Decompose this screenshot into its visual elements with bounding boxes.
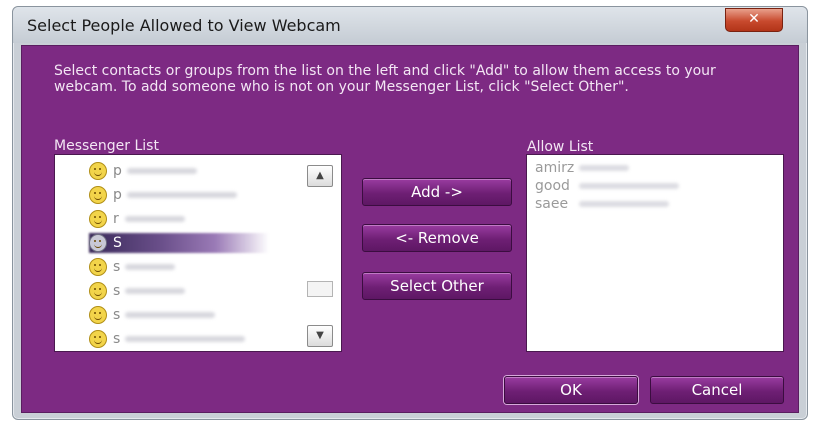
smiley-icon bbox=[89, 258, 107, 276]
redacted-name bbox=[579, 183, 679, 189]
messenger-listbox[interactable]: p p r S s s s s ▲ ▼ bbox=[54, 154, 342, 352]
redacted-name bbox=[125, 216, 185, 222]
chevron-down-icon: ▼ bbox=[316, 330, 324, 341]
contact-name: s bbox=[113, 259, 121, 275]
redacted-name bbox=[579, 165, 629, 171]
messenger-list-label: Messenger List bbox=[54, 138, 159, 154]
scroll-down-button[interactable]: ▼ bbox=[307, 325, 333, 347]
redacted-name bbox=[127, 192, 237, 198]
close-icon: ✕ bbox=[748, 11, 760, 27]
smiley-icon bbox=[89, 330, 107, 348]
smiley-icon bbox=[89, 162, 107, 180]
close-button[interactable]: ✕ bbox=[725, 8, 783, 32]
select-other-button[interactable]: Select Other bbox=[362, 272, 512, 300]
list-item[interactable]: good bbox=[535, 177, 679, 195]
list-item[interactable]: saee bbox=[535, 195, 669, 213]
add-button[interactable]: Add -> bbox=[362, 178, 512, 206]
contact-name: s bbox=[113, 307, 121, 323]
chevron-up-icon: ▲ bbox=[316, 170, 324, 181]
dialog-title: Select People Allowed to View Webcam bbox=[27, 16, 341, 35]
dialog-body: Select contacts or groups from the list … bbox=[21, 45, 799, 413]
contact-name: S bbox=[113, 235, 122, 251]
smiley-icon bbox=[89, 234, 107, 252]
smiley-icon bbox=[89, 210, 107, 228]
redacted-name bbox=[125, 288, 185, 294]
instructions-text: Select contacts or groups from the list … bbox=[54, 63, 716, 95]
redacted-name bbox=[127, 168, 197, 174]
dialog-window: Select People Allowed to View Webcam ✕ S… bbox=[12, 6, 808, 420]
scroll-up-button[interactable]: ▲ bbox=[307, 165, 333, 187]
redacted-name bbox=[125, 336, 245, 342]
contact-name: s bbox=[113, 283, 121, 299]
smiley-icon bbox=[89, 306, 107, 324]
smiley-icon bbox=[89, 282, 107, 300]
remove-button[interactable]: <- Remove bbox=[362, 224, 512, 252]
contact-name: saee bbox=[535, 196, 569, 212]
contact-name: amirz bbox=[535, 160, 575, 176]
allow-listbox[interactable]: amirz good saee bbox=[526, 154, 784, 352]
redacted-name bbox=[579, 201, 669, 207]
contact-name: good bbox=[535, 178, 570, 194]
contact-name: p bbox=[113, 187, 122, 203]
redacted-name bbox=[125, 264, 175, 270]
redacted-name bbox=[125, 312, 215, 318]
title-bar[interactable]: Select People Allowed to View Webcam ✕ bbox=[13, 7, 807, 43]
scrollbar-thumb[interactable] bbox=[307, 281, 333, 297]
contact-name: r bbox=[113, 211, 119, 227]
contact-name: p bbox=[113, 163, 122, 179]
contact-name: s bbox=[113, 331, 121, 347]
list-item[interactable]: amirz bbox=[535, 159, 629, 177]
cancel-button[interactable]: Cancel bbox=[650, 376, 784, 404]
smiley-icon bbox=[89, 186, 107, 204]
ok-button[interactable]: OK bbox=[504, 376, 638, 404]
allow-list-label: Allow List bbox=[527, 139, 594, 155]
